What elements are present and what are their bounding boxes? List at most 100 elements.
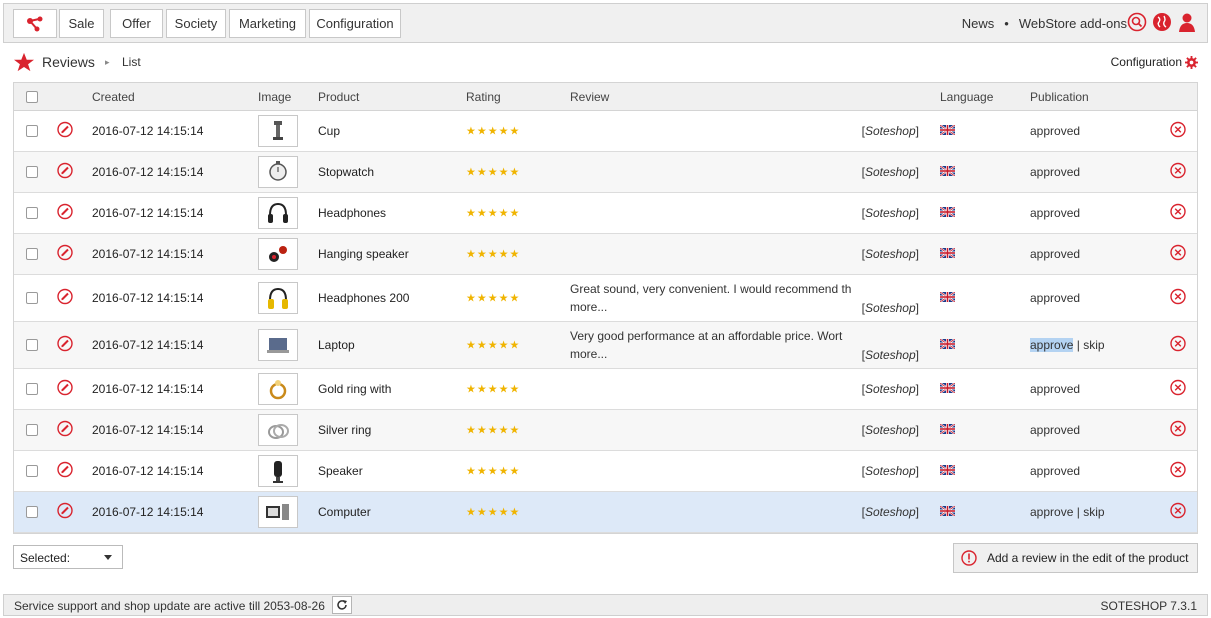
product-name[interactable]: Headphones [318,206,386,220]
row-checkbox[interactable] [26,248,38,260]
review-more-link[interactable]: more... [570,298,855,316]
product-name[interactable]: Headphones 200 [318,291,409,305]
product-name[interactable]: Laptop [318,338,355,352]
delete-icon[interactable] [1170,203,1186,223]
bulk-action-select[interactable]: Selected: [13,545,123,569]
product-thumbnail[interactable] [258,282,298,314]
globe-icon[interactable] [1152,12,1172,32]
table-row[interactable]: 2016-07-12 14:15:14 Headphones 200 ★★★★★ Gr… [14,275,1197,322]
edit-icon[interactable] [57,420,73,440]
edit-icon[interactable] [57,288,73,308]
delete-icon[interactable] [1170,288,1186,308]
product-name[interactable]: Hanging speaker [318,247,409,261]
webstore-addons-link[interactable]: WebStore add-ons [1019,16,1127,31]
row-checkbox[interactable] [26,339,38,351]
delete-icon[interactable] [1170,335,1186,355]
uk-flag-icon [939,464,956,478]
tab-offer[interactable]: Offer [110,9,163,38]
table-row[interactable]: 2016-07-12 14:15:14 Speaker ★★★★★ [Soteshop… [14,451,1197,492]
tab-configuration[interactable]: Configuration [309,9,401,38]
publication-actions: approve | skip [1030,505,1105,519]
row-checkbox[interactable] [26,383,38,395]
edit-icon[interactable] [57,244,73,264]
column-created[interactable]: Created [92,90,135,104]
top-navigation-bar: Sale Offer Society Marketing Configurati… [3,3,1208,43]
edit-icon[interactable] [57,502,73,522]
edit-icon[interactable] [57,335,73,355]
row-checkbox[interactable] [26,207,38,219]
row-checkbox[interactable] [26,166,38,178]
rating-stars: ★★★★★ [466,339,521,352]
product-name[interactable]: Computer [318,505,371,519]
column-publication[interactable]: Publication [1030,90,1089,104]
row-checkbox[interactable] [26,424,38,436]
edit-icon[interactable] [57,379,73,399]
delete-icon[interactable] [1170,121,1186,141]
table-row[interactable]: 2016-07-12 14:15:14 Cup ★★★★★ [Soteshop] app… [14,111,1197,152]
skip-link[interactable]: skip [1083,505,1104,519]
row-checkbox[interactable] [26,506,38,518]
table-row[interactable]: 2016-07-12 14:15:14 Computer ★★★★★ [Sotesho… [14,492,1197,533]
delete-icon[interactable] [1170,502,1186,522]
column-product[interactable]: Product [318,90,359,104]
skip-link[interactable]: skip [1083,338,1104,352]
delete-icon[interactable] [1170,461,1186,481]
edit-icon[interactable] [57,461,73,481]
product-name[interactable]: Gold ring with [318,382,391,396]
delete-icon[interactable] [1170,379,1186,399]
row-checkbox[interactable] [26,465,38,477]
product-thumbnail[interactable] [258,238,298,270]
add-review-info-button[interactable]: Add a review in the edit of the product [953,543,1198,573]
configuration-link[interactable]: Configuration [1111,55,1198,69]
product-name[interactable]: Speaker [318,464,363,478]
edit-icon[interactable] [57,162,73,182]
review-source: [Soteshop] [861,165,919,179]
select-all-checkbox[interactable] [26,90,38,103]
table-row[interactable]: 2016-07-12 14:15:14 Gold ring with ★★★★★ [S… [14,369,1197,410]
column-language[interactable]: Language [940,90,993,104]
product-name[interactable]: Cup [318,124,340,138]
tab-society[interactable]: Society [166,9,226,38]
row-checkbox[interactable] [26,125,38,137]
product-name[interactable]: Stopwatch [318,165,374,179]
product-thumbnail[interactable] [258,329,298,361]
news-link[interactable]: News [962,16,995,31]
delete-icon[interactable] [1170,420,1186,440]
product-thumbnail[interactable] [258,373,298,405]
review-source: [Soteshop] [861,247,919,261]
edit-icon[interactable] [57,121,73,141]
row-checkbox[interactable] [26,292,38,304]
delete-icon[interactable] [1170,244,1186,264]
table-row[interactable]: 2016-07-12 14:15:14 Laptop ★★★★★ Very good … [14,322,1197,369]
table-row[interactable]: 2016-07-12 14:15:14 Silver ring ★★★★★ [Sote… [14,410,1197,451]
user-icon[interactable] [1177,12,1197,32]
review-source: [Soteshop] [861,206,919,220]
edit-icon[interactable] [57,203,73,223]
table-row[interactable]: 2016-07-12 14:15:14 Hanging speaker ★★★★★ [… [14,234,1197,275]
tab-sale[interactable]: Sale [59,9,104,38]
table-row[interactable]: 2016-07-12 14:15:14 Stopwatch ★★★★★ [Sotesh… [14,152,1197,193]
table-row[interactable]: 2016-07-12 14:15:14 Headphones ★★★★★ [Sotes… [14,193,1197,234]
product-thumbnail[interactable] [258,156,298,188]
rating-stars: ★★★★★ [466,292,521,305]
column-rating[interactable]: Rating [466,90,501,104]
review-source: [Soteshop] [861,124,919,138]
search-icon[interactable] [1127,12,1147,32]
created-date: 2016-07-12 14:15:14 [92,291,204,305]
home-logo-button[interactable] [13,9,57,38]
product-thumbnail[interactable] [258,496,298,528]
approve-link[interactable]: approve [1030,505,1073,519]
product-thumbnail[interactable] [258,197,298,229]
reviews-table: Created Image Product Rating Review Lang… [13,82,1198,534]
publication-status: approved [1030,124,1081,138]
tab-marketing[interactable]: Marketing [229,9,306,38]
product-thumbnail[interactable] [258,455,298,487]
refresh-button[interactable] [332,596,352,614]
approve-link[interactable]: approve [1030,338,1074,352]
product-thumbnail[interactable] [258,115,298,147]
product-name[interactable]: Silver ring [318,423,371,437]
delete-icon[interactable] [1170,162,1186,182]
breadcrumb-separator: ▸ [105,57,110,67]
review-more-link[interactable]: more... [570,345,855,363]
product-thumbnail[interactable] [258,414,298,446]
